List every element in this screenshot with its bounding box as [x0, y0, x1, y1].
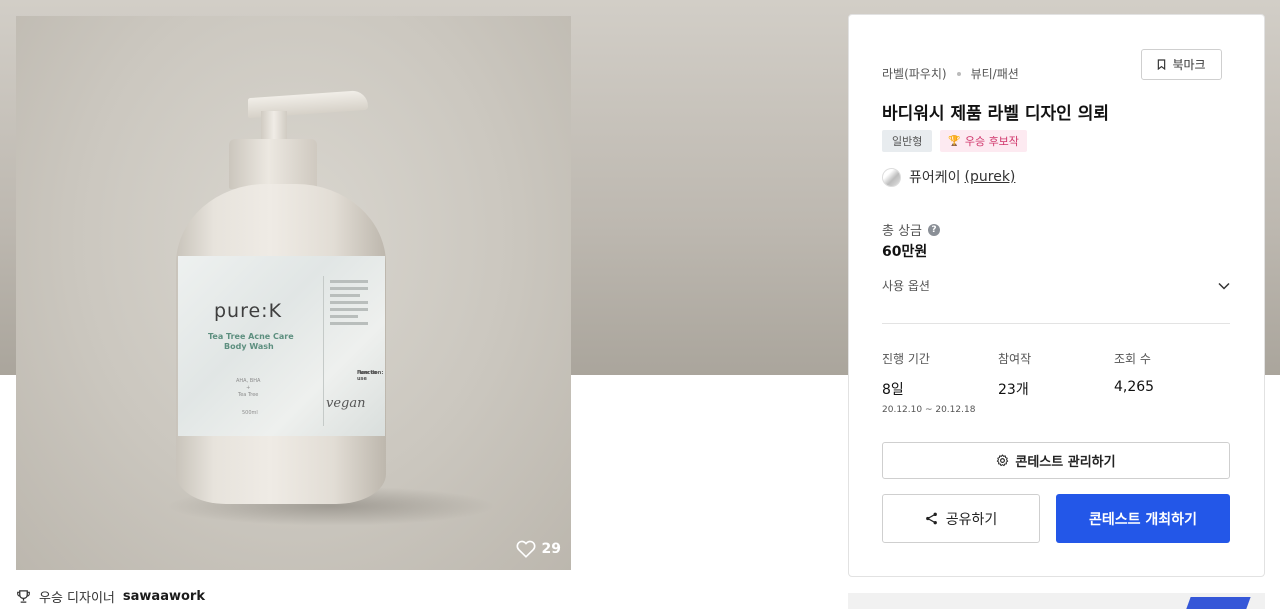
host-contest-label: 콘테스트 개최하기 — [1089, 511, 1197, 528]
label-script: vegan — [326, 396, 366, 411]
winner-prefix: 우승 디자이너 — [39, 591, 115, 606]
avatar — [882, 167, 901, 187]
share-icon — [925, 512, 937, 525]
prize-label: 총 상금 ? — [882, 220, 941, 239]
bottle-neck — [229, 139, 317, 189]
label-product-line: Tea Tree Acne Care — [208, 332, 294, 341]
bookmark-icon — [1158, 59, 1166, 70]
options-dropdown[interactable]: 사용 옵션 — [882, 277, 1230, 294]
bookmark-button[interactable]: 북마크 — [1141, 49, 1222, 80]
prize-label-text: 총 상금 — [882, 224, 923, 239]
prize-value: 60만원 — [882, 244, 928, 260]
award-badge-label: 우승 후보작 — [964, 135, 1019, 148]
gear-icon — [997, 454, 1009, 467]
like-button[interactable]: 29 — [516, 540, 561, 558]
stat-period-range: 20.12.10 ~ 20.12.18 — [882, 405, 976, 415]
stat-participants-label: 참여작 — [998, 352, 1032, 366]
product-image[interactable]: pure:K Tea Tree Acne Care Body Wash AHA,… — [16, 16, 571, 570]
host-handle[interactable]: (purek) — [965, 169, 1016, 185]
help-icon[interactable]: ? — [928, 223, 941, 236]
chevron-down-icon — [1218, 282, 1230, 290]
breadcrumb: 라벨(파우치) 뷰티/패션 — [882, 65, 1019, 82]
breadcrumb-category[interactable]: 라벨(파우치) — [882, 65, 947, 82]
label-volume: 500ml — [242, 410, 258, 416]
stat-period-value: 8일 — [882, 382, 904, 398]
stat-participants: 참여작 23개 — [998, 350, 1114, 415]
banner-accent — [1183, 597, 1251, 609]
like-count: 29 — [541, 541, 561, 557]
share-button[interactable]: 공유하기 — [882, 494, 1040, 543]
stat-views-value: 4,265 — [1114, 379, 1155, 395]
contest-title: 바디워시 제품 라벨 디자인 의뢰 — [882, 104, 1109, 124]
winner-designer: 우승 디자이너 sawaawork — [16, 587, 205, 606]
label-product-type: Body Wash — [224, 342, 274, 351]
share-label: 공유하기 — [945, 511, 998, 528]
stat-period: 진행 기간 8일 20.12.10 ~ 20.12.18 — [882, 350, 998, 415]
contest-stats: 진행 기간 8일 20.12.10 ~ 20.12.18 참여작 23개 조회 … — [882, 350, 1230, 415]
trophy-icon: 🏆 — [948, 135, 961, 147]
label-brand: pure:K — [214, 300, 283, 322]
contest-tags: 일반형 🏆 우승 후보작 — [882, 130, 1027, 152]
bottle-label: pure:K Tea Tree Acne Care Body Wash AHA,… — [178, 256, 385, 436]
breadcrumb-subcategory[interactable]: 뷰티/패션 — [971, 65, 1019, 82]
bookmark-label: 북마크 — [1172, 58, 1206, 72]
trophy-icon — [17, 590, 30, 603]
options-label: 사용 옵션 — [882, 279, 930, 293]
contest-info-panel: 라벨(파우치) 뷰티/패션 북마크 바디워시 제품 라벨 디자인 의뢰 일반형 … — [848, 14, 1265, 577]
breadcrumb-separator — [956, 71, 961, 76]
award-badge: 🏆 우승 후보작 — [940, 130, 1027, 152]
stat-participants-value: 23개 — [998, 382, 1029, 398]
label-side-title-2: How to use — [357, 370, 377, 382]
heart-icon — [516, 540, 536, 558]
stat-views-label: 조회 수 — [1114, 352, 1151, 366]
host-contest-button[interactable]: 콘테스트 개최하기 — [1056, 494, 1230, 543]
label-ingredients: AHA, BHA + Tea Tree — [236, 378, 261, 398]
winner-name[interactable]: sawaawork — [123, 589, 205, 604]
divider — [882, 323, 1230, 324]
manage-contest-button[interactable]: 콘테스트 관리하기 — [882, 442, 1230, 479]
stat-views: 조회 수 4,265 — [1114, 350, 1230, 415]
banner-preview[interactable] — [848, 593, 1265, 609]
type-badge: 일반형 — [882, 130, 933, 152]
host-profile[interactable]: 퓨어케이 (purek) — [882, 167, 1015, 187]
manage-contest-label: 콘테스트 관리하기 — [1015, 455, 1116, 470]
host-name: 퓨어케이 — [909, 170, 961, 186]
stat-period-label: 진행 기간 — [882, 352, 930, 366]
